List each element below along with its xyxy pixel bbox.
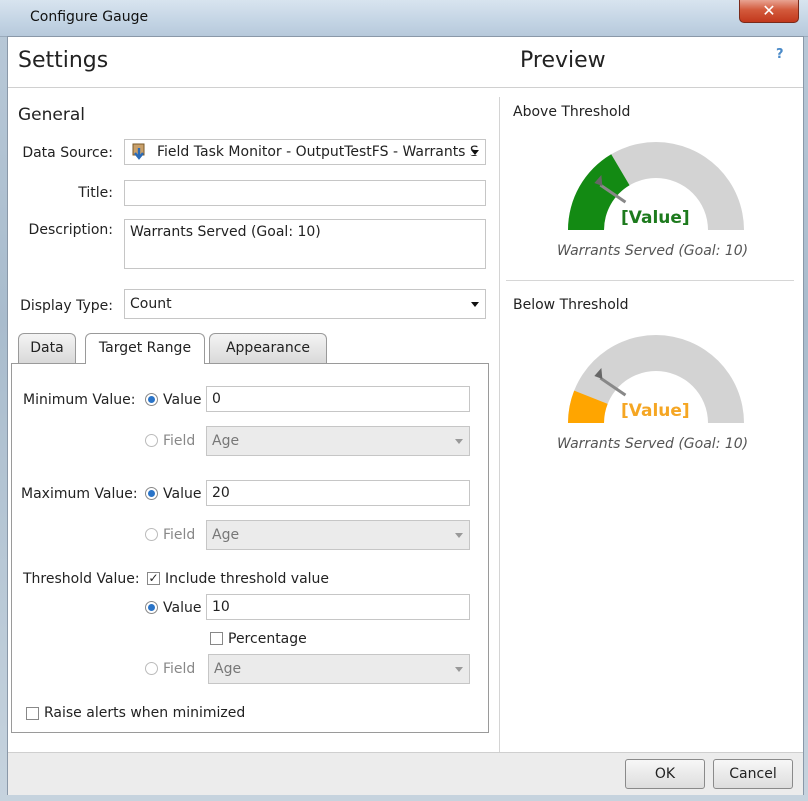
max-field-radio-label: Field [163, 527, 196, 543]
chevron-down-icon [455, 439, 463, 444]
threshold-value-label: Threshold Value: [23, 571, 140, 587]
display-type-select[interactable]: Count [124, 289, 486, 319]
tab-target-range[interactable]: Target Range [85, 333, 205, 364]
min-field-radio[interactable] [145, 434, 158, 447]
raise-alerts-checkbox[interactable] [26, 707, 39, 720]
max-value-radio[interactable] [145, 487, 158, 500]
title-label: Title: [78, 185, 113, 201]
layer-download-icon [131, 143, 149, 164]
description-value: Warrants Served (Goal: 10) [130, 224, 321, 240]
data-source-value: Field Task Monitor - OutputTestFS - Warr… [157, 144, 479, 160]
window-titlebar[interactable]: Configure Gauge ✕ [0, 0, 808, 37]
above-gauge-caption: Warrants Served (Goal: 10) [557, 243, 749, 259]
percentage-checkbox[interactable] [210, 632, 223, 645]
threshold-value-input[interactable] [206, 594, 470, 620]
configure-gauge-dialog: Settings Preview ? General Data Source: … [7, 36, 804, 795]
max-field-select[interactable]: Age [206, 520, 470, 550]
max-value-radio-label: Value [163, 486, 202, 502]
maximum-value-label: Maximum Value: [21, 486, 138, 502]
chevron-down-icon [471, 302, 479, 307]
above-threshold-heading: Above Threshold [513, 104, 631, 120]
minimum-value-label: Minimum Value: [23, 392, 136, 408]
min-value-radio[interactable] [145, 393, 158, 406]
below-threshold-heading: Below Threshold [513, 297, 629, 313]
threshold-field-radio-label: Field [163, 661, 196, 677]
data-source-select[interactable]: Field Task Monitor - OutputTestFS - Warr… [124, 139, 486, 165]
include-threshold-label: Include threshold value [165, 571, 330, 587]
tab-appearance[interactable]: Appearance [209, 333, 327, 363]
min-field-value: Age [212, 433, 240, 449]
data-source-label: Data Source: [22, 145, 113, 161]
close-button[interactable]: ✕ [739, 0, 799, 23]
threshold-value-radio[interactable] [145, 601, 158, 614]
settings-heading: Settings [18, 48, 109, 73]
chevron-down-icon [455, 667, 463, 672]
description-field[interactable]: Warrants Served (Goal: 10) [124, 219, 486, 269]
display-type-label: Display Type: [20, 298, 113, 314]
window-title: Configure Gauge [30, 9, 149, 25]
threshold-field-value: Age [214, 661, 242, 677]
display-type-value: Count [130, 296, 172, 312]
threshold-value-radio-label: Value [163, 600, 202, 616]
title-field[interactable] [124, 180, 486, 206]
max-field-radio[interactable] [145, 528, 158, 541]
column-divider [499, 97, 500, 753]
min-field-select[interactable]: Age [206, 426, 470, 456]
min-value-radio-label: Value [163, 392, 202, 408]
percentage-label: Percentage [228, 631, 307, 647]
dialog-header: Settings Preview ? [8, 37, 803, 88]
max-field-value: Age [212, 527, 240, 543]
min-value-input[interactable] [206, 386, 470, 412]
threshold-field-select[interactable]: Age [208, 654, 470, 684]
include-threshold-checkbox[interactable]: ✓ [147, 572, 160, 585]
ok-button[interactable]: OK [625, 759, 705, 789]
chevron-down-icon [455, 533, 463, 538]
below-value-text: [Value] [621, 401, 690, 421]
general-heading: General [18, 105, 85, 125]
max-value-input[interactable] [206, 480, 470, 506]
help-icon[interactable]: ? [776, 47, 784, 62]
tab-data[interactable]: Data [18, 333, 76, 363]
description-label: Description: [28, 222, 113, 238]
below-gauge-caption: Warrants Served (Goal: 10) [557, 436, 749, 452]
dialog-footer: OK Cancel [8, 752, 803, 795]
raise-alerts-label: Raise alerts when minimized [44, 705, 246, 721]
min-field-radio-label: Field [163, 433, 196, 449]
preview-heading: Preview [520, 48, 606, 73]
cancel-button[interactable]: Cancel [713, 759, 793, 789]
threshold-field-radio[interactable] [145, 662, 158, 675]
above-value-text: [Value] [621, 208, 690, 228]
preview-divider [506, 280, 794, 281]
chevron-down-icon [471, 150, 479, 155]
